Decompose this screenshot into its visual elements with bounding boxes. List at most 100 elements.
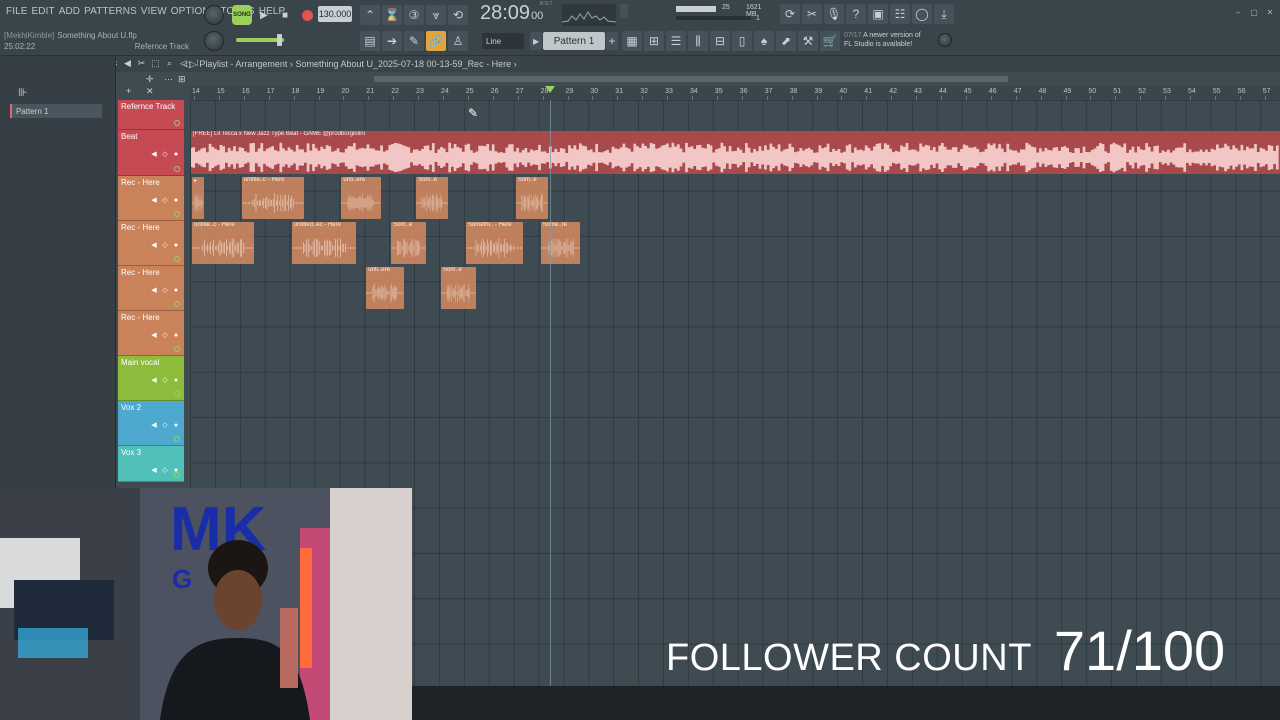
tempo-display[interactable]: 130.000 (318, 6, 352, 22)
blend-notes-icon[interactable]: ⩔ (426, 5, 446, 25)
help-icon[interactable]: ? (846, 4, 866, 24)
menu-view[interactable]: VIEW (139, 6, 169, 20)
browser-icon[interactable]: ⊟ (710, 31, 730, 51)
vocal-audio-clip[interactable]: unti..ere (341, 177, 382, 219)
speaker-icon[interactable]: ◀ (150, 197, 158, 205)
track-header-1[interactable]: Beat ◀ ◇ ● (118, 130, 184, 176)
wrench-icon[interactable]: ⚒ (798, 31, 818, 51)
vocal-audio-clip[interactable]: unti..ere (366, 267, 404, 309)
speaker-icon[interactable]: ◀ (150, 377, 158, 385)
pattern-prev-arrow[interactable]: ▸ (530, 32, 542, 50)
snap-select[interactable]: Line (482, 33, 524, 49)
timeline-ruler[interactable]: 14 15 16 17 18 19 20 21 22 23 24 25 26 27 28 29 30 31 32 33… (190, 86, 1280, 100)
plugin-picker-icon[interactable]: ♠ (754, 31, 774, 51)
speaker-icon[interactable]: ◀ (150, 422, 158, 430)
track-header-2[interactable]: Rec - Here ◀ ◇ ● (118, 176, 184, 221)
mute-led-icon[interactable]: ● (172, 197, 180, 205)
track-active-led[interactable] (174, 120, 180, 126)
track-active-led[interactable] (174, 391, 180, 397)
close-icon[interactable]: ✕ (1264, 8, 1276, 18)
touch-keyboard-icon[interactable]: ⬈ (776, 31, 796, 51)
store-icon[interactable]: 🛒 (820, 31, 840, 51)
speaker-icon[interactable]: ◀ (150, 151, 158, 159)
speaker-icon[interactable]: ◀ (150, 287, 158, 295)
crosshair-icon[interactable]: ✛ (146, 74, 154, 85)
pattern-song-toggle[interactable]: SONG (232, 5, 252, 25)
close-track-icon[interactable]: ✕ (146, 86, 154, 97)
track-active-led[interactable] (174, 472, 180, 478)
mute-led-icon[interactable]: ● (172, 242, 180, 250)
countdown-icon[interactable]: ③ (404, 5, 424, 25)
menu-file[interactable]: FILE (4, 6, 30, 20)
cut-icon[interactable]: ✂ (802, 4, 822, 24)
horizontal-scrollbar[interactable] (374, 76, 1008, 82)
download-icon[interactable]: ⤓ (934, 4, 954, 24)
snap-icon[interactable]: ⋯ (164, 74, 173, 85)
solo-icon[interactable]: ◇ (161, 197, 169, 205)
add-pattern-icon[interactable]: + (606, 32, 618, 50)
menu-patterns[interactable]: PATTERNS (82, 6, 139, 20)
mute-led-icon[interactable]: ● (172, 422, 180, 430)
track-active-led[interactable] (174, 211, 180, 217)
playlist-icon[interactable]: ▦ (622, 31, 642, 51)
zoom-tool-icon[interactable]: ⌕ (164, 58, 175, 69)
breadcrumb-arrows-icon[interactable]: ◁▷ (183, 59, 197, 69)
mixer-icon[interactable]: ☷ (890, 4, 910, 24)
pattern-select[interactable]: Pattern 1 (543, 32, 605, 50)
mute-led-icon[interactable]: ● (172, 151, 180, 159)
record-button[interactable] (298, 5, 316, 25)
vocal-audio-clip[interactable]: Som..e (515, 177, 549, 219)
track-header-7[interactable]: Vox 2 ◀ ◇ ● (118, 401, 184, 446)
channel-rack-icon[interactable]: ⊞ (644, 31, 664, 51)
track-active-led[interactable] (174, 301, 180, 307)
track-header-5[interactable]: Rec - Here ◀ ◇ ● (118, 311, 184, 356)
vocal-audio-clip[interactable]: ▸ (192, 177, 205, 219)
speaker-icon[interactable]: ◀ (122, 58, 133, 69)
track-active-led[interactable] (174, 436, 180, 442)
volume-thumb[interactable] (277, 34, 282, 46)
speaker-icon[interactable]: ◀ (150, 467, 158, 475)
solo-icon[interactable]: ◇ (161, 467, 169, 475)
playhead-marker[interactable] (545, 86, 556, 93)
mute-led-icon[interactable]: ● (172, 332, 180, 340)
news-settings-icon[interactable] (938, 33, 952, 47)
vocal-audio-clip[interactable]: untitle..c - Here (192, 222, 255, 264)
pattern-list-item[interactable]: Pattern 1 (10, 104, 102, 118)
vocal-audio-clip[interactable]: Some..re (540, 222, 581, 264)
minimize-icon[interactable]: – (1232, 8, 1244, 18)
track-header-3[interactable]: Rec - Here ◀ ◇ ● (118, 221, 184, 266)
piano-keys-icon[interactable]: ⊪ (18, 86, 28, 99)
menu-edit[interactable]: EDIT (30, 6, 57, 20)
speaker-icon[interactable]: ◀ (150, 332, 158, 340)
undo-icon[interactable]: ⟳ (780, 4, 800, 24)
piano-roll-icon[interactable]: ☰ (666, 31, 686, 51)
vocal-audio-clip[interactable]: Som..e (391, 222, 427, 264)
stamp-icon[interactable]: ♙ (448, 31, 468, 51)
news-panel[interactable]: 07/17 A newer version of FL Studio is av… (844, 31, 944, 49)
solo-icon[interactable]: ◇ (161, 242, 169, 250)
solo-icon[interactable]: ◇ (161, 422, 169, 430)
step-seq-icon[interactable]: ▤ (360, 31, 380, 51)
solo-icon[interactable]: ◇ (161, 332, 169, 340)
mixer-view-icon[interactable]: ⫼ (688, 31, 708, 51)
save-icon[interactable]: ▣ (868, 4, 888, 24)
track-active-led[interactable] (174, 256, 180, 262)
add-track-icon[interactable]: + (126, 86, 131, 96)
slice-tool-icon[interactable]: ✂ (136, 58, 147, 69)
pin-icon[interactable]: ⊞ (178, 74, 186, 85)
track-header-0[interactable]: Refernce Track (118, 100, 184, 130)
solo-icon[interactable]: ◇ (161, 151, 169, 159)
speaker-icon[interactable]: ◀ (150, 242, 158, 250)
track-header-6[interactable]: Main vocal ◀ ◇ ● (118, 356, 184, 401)
mute-led-icon[interactable]: ● (172, 287, 180, 295)
vocal-audio-clip[interactable]: Som..e (441, 267, 476, 309)
track-active-led[interactable] (174, 346, 180, 352)
vocal-audio-clip[interactable]: untitled..ec - Here (291, 222, 357, 264)
master-volume-slider[interactable] (236, 34, 284, 46)
microphone-icon[interactable]: 🎙 (824, 4, 844, 24)
mute-led-icon[interactable]: ● (172, 377, 180, 385)
vocal-audio-clip[interactable]: Somethi.. - Here (465, 222, 524, 264)
select-tool-icon[interactable]: ⬚ (150, 58, 161, 69)
pencil-icon[interactable]: ✎ (404, 31, 424, 51)
track-active-led[interactable] (174, 166, 180, 172)
